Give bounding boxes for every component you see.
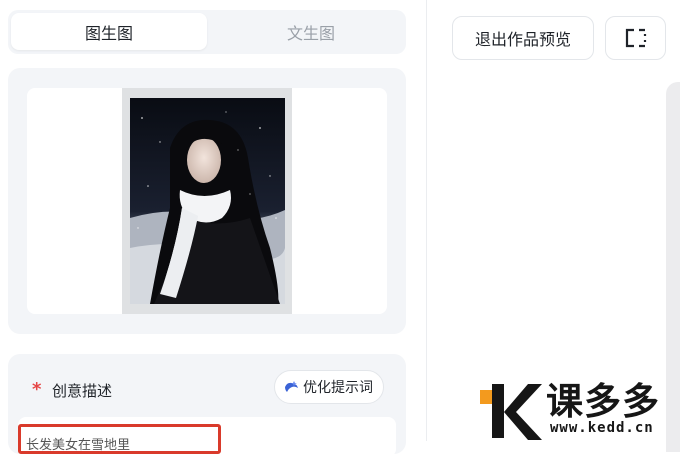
- fullscreen-button[interactable]: [605, 16, 666, 60]
- wand-icon: [285, 381, 298, 392]
- exit-preview-label: 退出作品预览: [474, 30, 571, 49]
- optimize-prompt-button[interactable]: 优化提示词: [274, 370, 384, 404]
- tab-text-to-image-label: 文生图: [286, 23, 335, 43]
- description-input-value: 长发美女在雪地里: [26, 438, 131, 453]
- image-card[interactable]: [27, 88, 387, 314]
- tab-image-to-image[interactable]: 图生图: [11, 13, 207, 50]
- watermark-brand: 课多多: [546, 380, 660, 423]
- watermark-url: www.kedd.cn: [550, 420, 654, 436]
- watermark: 课多多 www.kedd.cn: [478, 380, 680, 441]
- photo-frame: [122, 88, 292, 314]
- k-logo-icon: [480, 384, 542, 440]
- divider: [426, 0, 427, 441]
- optimize-prompt-label: 优化提示词: [303, 380, 373, 396]
- required-mark: *: [32, 379, 42, 400]
- fullscreen-icon: [625, 28, 646, 48]
- reference-photo: [130, 98, 285, 304]
- mode-tabs: 图生图 文生图: [8, 10, 406, 54]
- exit-preview-button[interactable]: 退出作品预览: [452, 16, 594, 60]
- description-label: 创意描述: [52, 382, 113, 400]
- tab-text-to-image[interactable]: 文生图: [213, 13, 409, 50]
- preview-pane: [412, 0, 680, 441]
- tab-image-to-image-label: 图生图: [84, 23, 133, 43]
- reference-image-panel: [8, 68, 406, 334]
